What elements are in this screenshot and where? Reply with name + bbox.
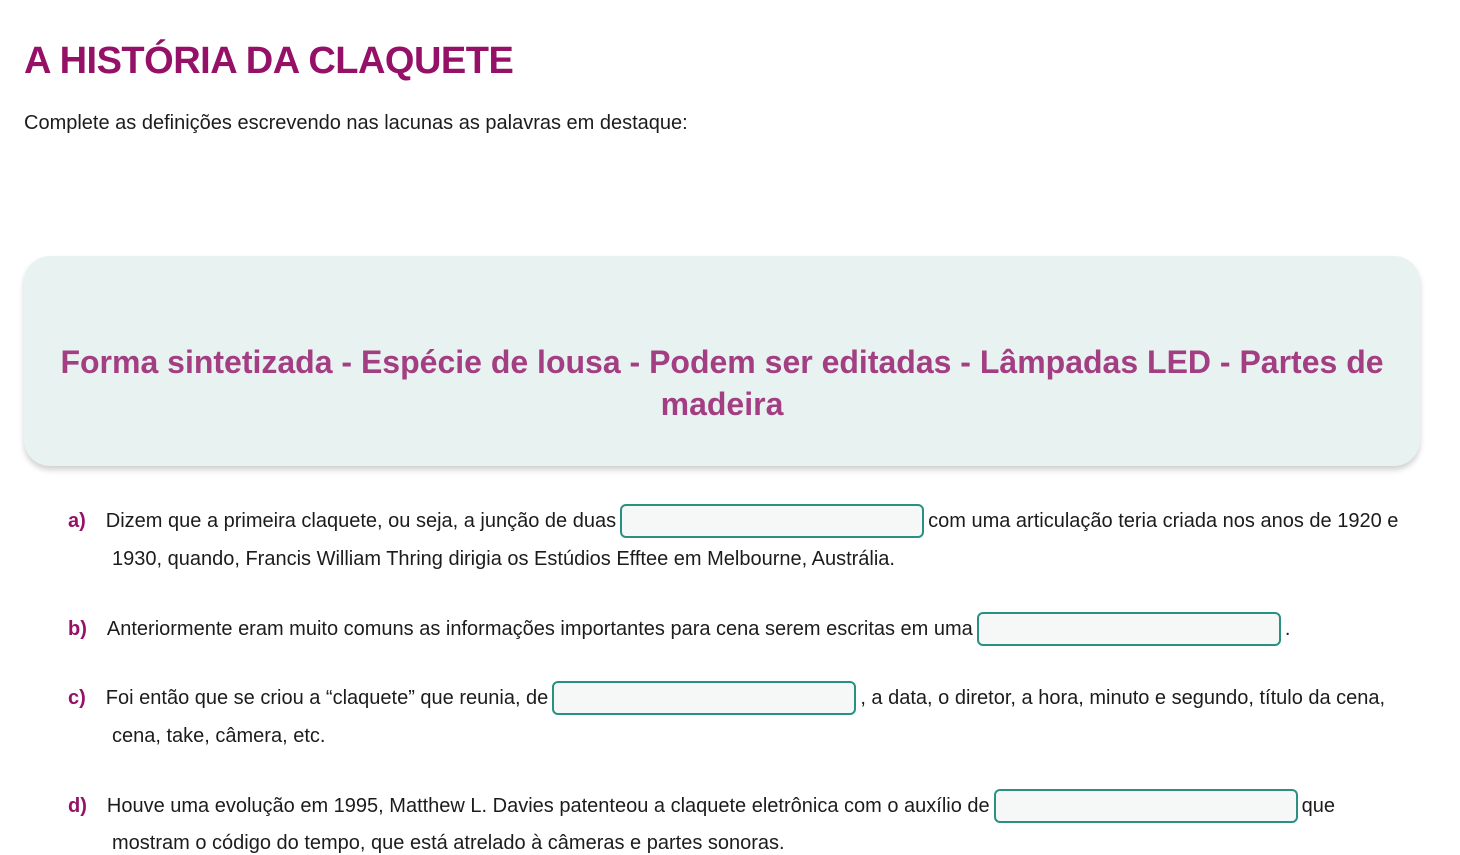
question-c-text-line2: cena, take, câmera, etc. [112,725,326,747]
question-a-text-line2: 1930, quando, Francis William Thring dir… [112,548,895,570]
word-bank-text: Forma sintetizada - Espécie de lousa - P… [60,344,1384,422]
question-a-text-after: com uma articulação teria criada nos ano… [928,509,1399,532]
question-b-blank[interactable] [976,612,1281,646]
question-d-blank[interactable] [993,789,1298,823]
question-d-text-line2: mostram o código do tempo, que está atre… [112,832,785,854]
question-a-text-before: Dizem que a primeira claquete, ou seja, … [105,509,617,532]
question-c-blank[interactable] [552,681,857,715]
question-c-text-after: , a data, o diretor, a hora, minuto e se… [860,686,1386,709]
question-a-letter: a) [68,509,86,532]
question-d-letter: d) [68,794,87,817]
question-b-letter: b) [68,617,87,640]
word-bank-box: Forma sintetizada - Espécie de lousa - P… [24,256,1420,466]
question-c-text-before: Foi então que se criou a “claquete” que … [105,686,549,709]
page-title: A HISTÓRIA DA CLAQUETE [24,40,514,82]
question-c-letter: c) [68,686,86,709]
question-d-text-after: que [1301,794,1336,817]
instruction-text: Complete as definições escrevendo nas la… [24,112,688,134]
question-b-text-before: Anteriormente eram muito comuns as infor… [106,617,973,640]
question-d-text-before: Houve uma evolução em 1995, Matthew L. D… [106,794,990,817]
question-b-text-after: . [1284,617,1291,640]
question-a-blank[interactable] [620,504,925,538]
